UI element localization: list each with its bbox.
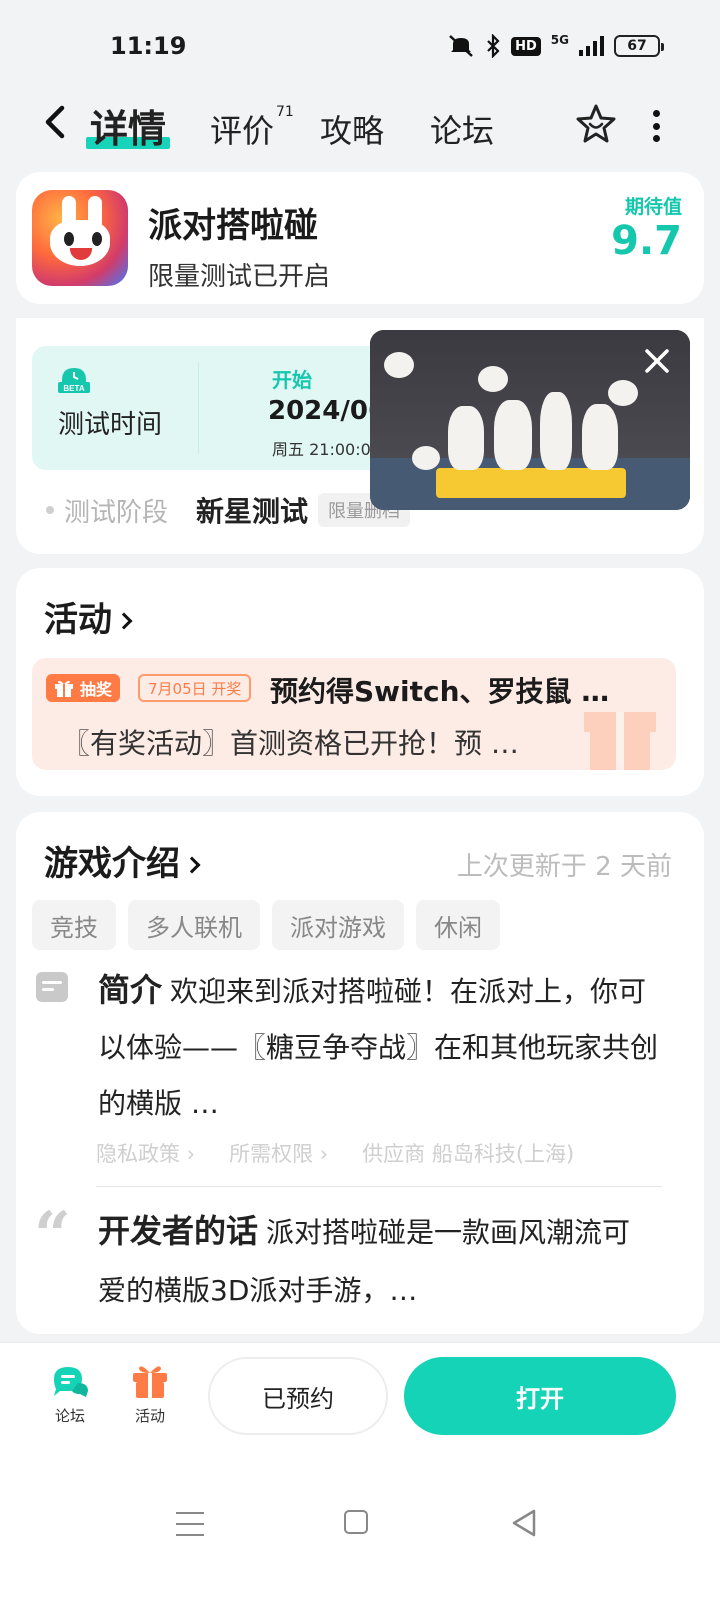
video-figure bbox=[540, 392, 572, 470]
open-button[interactable]: 打开 bbox=[404, 1357, 676, 1435]
video-yellow-plate bbox=[436, 468, 626, 498]
tab-details-label: 详情 bbox=[90, 107, 167, 151]
reserved-button[interactable]: 已预约 bbox=[208, 1357, 388, 1435]
activity-item[interactable]: 抽奖 7月05日 开奖 预约得Switch、罗技鼠 … 〖有奖活动〗首测资格已开… bbox=[32, 658, 676, 770]
hd-badge: HD bbox=[511, 36, 541, 56]
tab-details[interactable]: 详情 bbox=[86, 98, 171, 153]
more-options-icon[interactable] bbox=[650, 110, 662, 142]
floating-video-player[interactable] bbox=[370, 330, 690, 510]
tab-reviews[interactable]: 评价 71 bbox=[210, 104, 294, 152]
chevron-right-icon bbox=[115, 612, 133, 630]
developer-note-label: 开发者的话 bbox=[98, 1212, 259, 1250]
tag-casual[interactable]: 休闲 bbox=[416, 900, 500, 950]
system-back-icon[interactable] bbox=[510, 1508, 538, 1538]
test-stage-value: 新星测试 bbox=[196, 495, 309, 528]
summary-text: 欢迎来到派对搭啦碰！在派对上，你可以体验——〖糖豆争夺战〗在和其他玩家共创的横版… bbox=[98, 975, 659, 1120]
back-icon[interactable] bbox=[36, 102, 76, 142]
video-figure bbox=[582, 404, 618, 470]
video-flying-character bbox=[412, 446, 440, 470]
divider bbox=[96, 1186, 662, 1187]
mute-icon bbox=[449, 35, 473, 57]
battery-icon: 67 bbox=[614, 35, 664, 57]
bluetooth-icon bbox=[487, 34, 500, 58]
app-header-card: 派对搭啦碰 限量测试已开启 期待值 9.7 bbox=[16, 172, 704, 304]
intro-title: 游戏介绍 bbox=[44, 844, 180, 884]
tab-guides[interactable]: 攻略 bbox=[320, 106, 384, 152]
forum-button[interactable]: 论坛 bbox=[30, 1363, 110, 1426]
beta-label: BETA bbox=[63, 384, 84, 393]
bullet-dot bbox=[46, 506, 54, 514]
lottery-tag: 抽奖 bbox=[46, 674, 121, 702]
tag-party-game[interactable]: 派对游戏 bbox=[272, 900, 404, 950]
privacy-policy-link[interactable]: 隐私政策 › bbox=[96, 1138, 195, 1168]
forum-chat-icon bbox=[54, 1367, 88, 1397]
game-intro-card: 游戏介绍 上次更新于 2 天前 竞技 多人联机 派对游戏 休闲 简介 欢迎来到派对… bbox=[16, 812, 704, 1334]
activity-description: 〖有奖活动〗首测资格已开抢！预 … bbox=[62, 727, 519, 760]
permissions-link[interactable]: 所需权限 › bbox=[229, 1138, 328, 1168]
start-time: 周五 21:00:0 bbox=[272, 440, 371, 459]
tab-guides-label: 攻略 bbox=[320, 112, 385, 150]
beta-clock-icon: BETA bbox=[58, 368, 90, 393]
home-icon[interactable] bbox=[344, 1510, 368, 1534]
network-label: 5G bbox=[550, 33, 569, 47]
status-icons: HD 5G 67 bbox=[447, 32, 664, 60]
developer-note-block[interactable]: 开发者的话 派对搭啦碰是一款画风潮流可爱的横版3D派对手游，… bbox=[98, 1202, 658, 1320]
reviews-count: 71 bbox=[276, 104, 294, 121]
test-time-label: 测试时间 bbox=[58, 410, 163, 440]
test-stage-label: 测试阶段 bbox=[64, 497, 169, 528]
app-name: 派对搭啦碰 bbox=[148, 206, 318, 246]
draw-date-tag: 7月05日 开奖 bbox=[138, 674, 252, 702]
battery-level: 67 bbox=[627, 38, 647, 54]
tag-multiplayer[interactable]: 多人联机 bbox=[128, 900, 260, 950]
activity-headline: 预约得Switch、罗技鼠 … bbox=[270, 675, 610, 708]
lottery-tag-label: 抽奖 bbox=[80, 680, 113, 699]
divider bbox=[198, 362, 199, 454]
gift-icon bbox=[55, 680, 73, 697]
intro-section-title[interactable]: 游戏介绍 bbox=[44, 836, 201, 885]
app-subtitle: 限量测试已开启 bbox=[148, 262, 331, 292]
activity-card: 活动 抽奖 7月05日 开奖 预约得Switch、罗技鼠 … 〖有奖活动〗首测资… bbox=[16, 568, 704, 796]
info-links: 隐私政策 › 所需权限 › 供应商 船岛科技(上海) bbox=[96, 1138, 574, 1168]
system-nav-bar bbox=[0, 1492, 720, 1600]
gift-icon bbox=[133, 1366, 167, 1398]
tab-reviews-label: 评价 bbox=[210, 112, 275, 150]
summary-text-block[interactable]: 简介 欢迎来到派对搭啦碰！在派对上，你可以体验——〖糖豆争夺战〗在和其他玩家共创的… bbox=[98, 962, 658, 1132]
recent-apps-icon[interactable] bbox=[176, 1512, 204, 1536]
chevron-right-icon bbox=[183, 856, 201, 874]
tab-forum[interactable]: 论坛 bbox=[430, 106, 494, 152]
activity-button[interactable]: 活动 bbox=[110, 1363, 190, 1426]
top-nav: 详情 评价 71 攻略 论坛 bbox=[0, 84, 720, 170]
status-bar: 11:19 HD 5G 67 bbox=[0, 0, 720, 84]
video-flying-character bbox=[478, 366, 508, 392]
signal-icon bbox=[579, 36, 604, 56]
bottom-action-bar: 论坛 活动 已预约 打开 bbox=[0, 1342, 720, 1492]
close-video-icon[interactable] bbox=[642, 346, 672, 376]
video-flying-character bbox=[608, 380, 638, 406]
gift-decoration-icon bbox=[584, 712, 656, 770]
activity-title: 活动 bbox=[44, 600, 112, 640]
vendor-link[interactable]: 供应商 船岛科技(上海) bbox=[362, 1138, 574, 1168]
forum-label: 论坛 bbox=[54, 1407, 85, 1425]
video-figure bbox=[494, 400, 532, 470]
favorite-star-icon[interactable] bbox=[574, 102, 618, 146]
expectation-score: 9.7 bbox=[611, 218, 682, 264]
quote-icon: “ bbox=[34, 1198, 71, 1273]
summary-icon bbox=[36, 972, 68, 1002]
status-time: 11:19 bbox=[110, 32, 187, 60]
app-icon bbox=[32, 190, 128, 286]
expectation-label: 期待值 bbox=[624, 196, 682, 218]
video-figure bbox=[448, 406, 484, 470]
tag-competitive[interactable]: 竞技 bbox=[32, 900, 116, 950]
activity-label: 活动 bbox=[134, 1407, 165, 1425]
last-updated: 上次更新于 2 天前 bbox=[456, 852, 672, 882]
start-label: 开始 bbox=[272, 368, 312, 392]
activity-section-title[interactable]: 活动 bbox=[44, 592, 133, 641]
test-stage-row: 测试阶段 新星测试 限量删档 bbox=[46, 490, 411, 530]
tab-forum-label: 论坛 bbox=[430, 112, 495, 150]
summary-label: 简介 bbox=[98, 971, 163, 1009]
video-flying-character bbox=[384, 352, 414, 378]
tag-list: 竞技 多人联机 派对游戏 休闲 bbox=[32, 900, 500, 950]
